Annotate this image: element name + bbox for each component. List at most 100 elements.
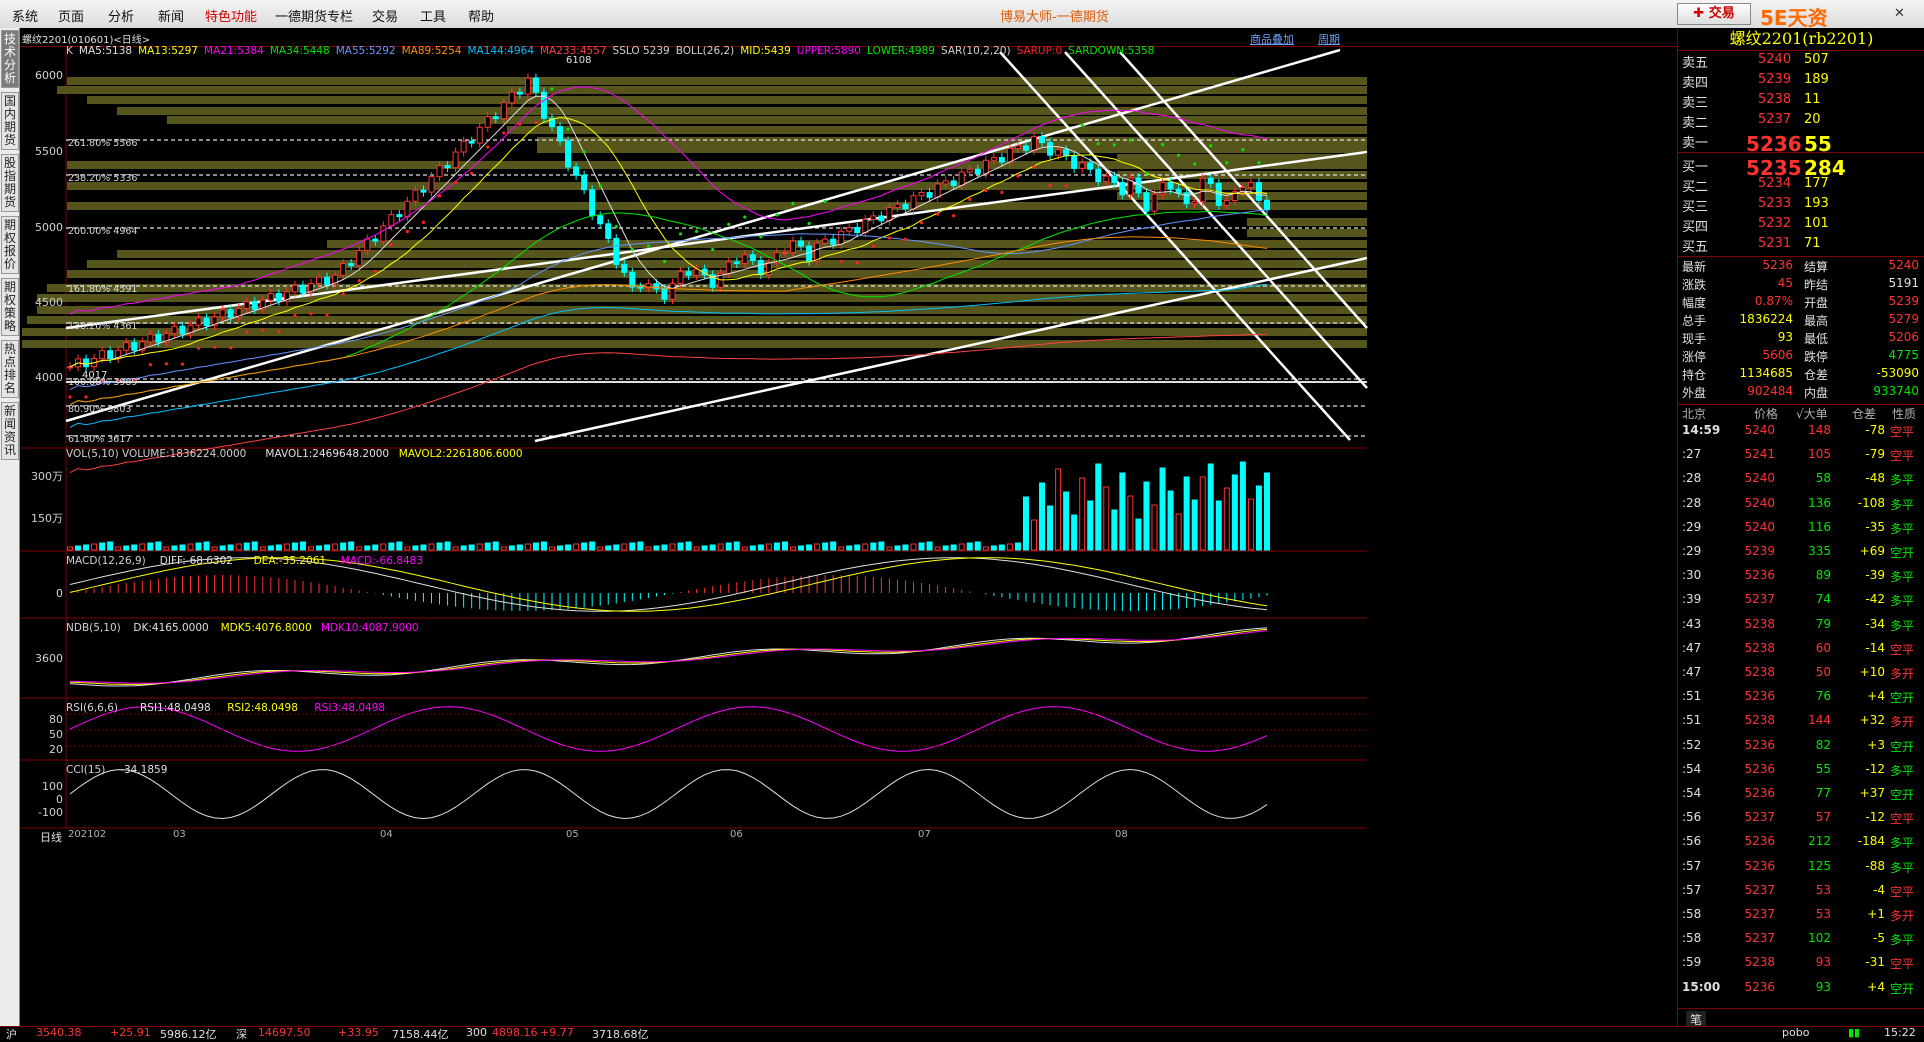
sar-dot [1000,190,1004,194]
candle-body [998,157,1005,163]
candle-body [1103,175,1110,183]
tick-oi: -48 [1865,471,1885,486]
tick-time: :57 [1682,858,1702,873]
quote-title: 螺纹2201(rb2201) [1729,29,1874,48]
candle-body [299,284,306,294]
indicator-15: SARUP:0 [1016,45,1063,57]
volume-profile-bar [167,116,1367,124]
tick-nature: 多开 [1890,909,1915,923]
candle-body [388,214,395,227]
volume-bar [1103,486,1110,551]
volume-bar [605,545,612,551]
left-tab-7[interactable]: 新闻资讯 [1,402,19,460]
date-axis-label: 07 [918,829,931,840]
sar-dot [727,222,731,226]
candle-body [1055,149,1062,156]
bid-label: 买一 [1682,160,1709,175]
fib-level-label: 238.20% 5336 [68,173,138,184]
indicator-axis-label: 150万 [31,512,63,525]
quote-panel: 螺纹2201(rb2201) 卖五 5240 507 卖四 5239 189 卖三 5238 1… [1677,28,1924,1028]
symbol-label: 螺纹2201(010601)<日线> [22,35,151,46]
volume-bar [259,546,266,551]
stat-value: 5239 [1888,294,1919,308]
sar-dot [1064,184,1068,188]
candle-body [677,271,684,284]
tick-header-big[interactable]: √大单 [1796,405,1828,422]
tick-volume: 148 [1808,423,1831,437]
left-tab-3[interactable]: 股指期货 [1,154,19,212]
ask-row[interactable]: 卖二 5237 20 [1678,112,1924,131]
stat-label: 总手 [1682,314,1707,328]
overlay-link[interactable]: 商品叠加 [1250,31,1294,47]
candle-body [846,227,853,232]
ask-row[interactable]: 卖五 5240 507 [1678,52,1924,71]
volume-bar [324,544,331,551]
stat-label: 内盘 [1804,386,1829,400]
window-close-icon[interactable]: ✕ [1894,6,1905,21]
candle-body [557,126,564,142]
date-axis-label: 03 [173,829,186,840]
bid-row[interactable]: 买五 5231 71 [1678,236,1924,255]
menu-page[interactable]: 页面 [58,6,84,25]
candle-body [661,288,668,300]
volume-bar [661,544,668,551]
fib-level-label: 138.20% 4361 [68,321,138,332]
period-link[interactable]: 周期 [1318,31,1340,47]
tick-time: :47 [1682,640,1702,655]
candle-body [1175,188,1182,194]
volume-bar [155,541,162,551]
tick-row: :51 5238 144 +32 多开 [1678,713,1924,731]
menu-featured[interactable]: 特色功能 [205,6,257,25]
left-tab-bar: 技术分析 国内期货 股指期货 期权报价 期权策略 热点排名 新闻资讯 [0,28,20,1026]
tick-nature: 空开 [1890,739,1915,754]
tick-volume: 144 [1808,713,1831,728]
menu-help[interactable]: 帮助 [468,6,494,25]
tick-price: 5240 [1744,423,1775,437]
tick-volume: 125 [1808,858,1831,873]
tick-volume: 50 [1815,665,1831,679]
volume-bar [1127,495,1134,551]
bid-row[interactable]: 买二 5234 177 [1678,176,1924,195]
menu-trade[interactable]: 交易 [372,6,398,25]
app-title: 博易大师-一德期货 [1000,10,1109,25]
candle-body [532,77,539,93]
indicator-4: MA34:5448 [269,45,330,57]
sar-dot [1112,143,1116,147]
volume-bar [420,544,427,551]
ask-row[interactable]: 卖四 5239 189 [1678,72,1924,91]
volume-bar [998,544,1005,551]
bid-row[interactable]: 买四 5232 101 [1678,216,1924,235]
price-axis-label: 6000 [35,69,63,82]
quote-title-bar: 螺纹2201(rb2201) [1678,28,1924,51]
sar-dot [646,244,651,248]
candle-body [950,180,957,187]
chart-area[interactable]: 螺纹2201(010601)<日线> 商品叠加 周期 K MA5:5138 MA13… [20,28,1677,1026]
menu-tools[interactable]: 工具 [420,6,446,25]
volume-bar [862,543,869,551]
volume-bar [549,546,555,551]
left-tab-6[interactable]: 热点排名 [1,340,19,398]
bid-row[interactable]: 买一 5235 284 [1678,156,1924,180]
left-tab-2[interactable]: 国内期货 [1,92,19,150]
volume-bar [653,545,660,551]
menu-yide-column[interactable]: 一德期货专栏 [275,6,353,25]
menu-system[interactable]: 系统 [12,6,38,25]
bid-row[interactable]: 买三 5233 193 [1678,196,1924,215]
sar-dot [1209,144,1213,148]
ask-row[interactable]: 卖一 5236 55 [1678,132,1924,156]
kline-chart[interactable] [20,28,1677,1026]
candle-body [741,254,748,264]
menu-news[interactable]: 新闻 [158,6,184,25]
ask-volume: 189 [1804,72,1829,87]
volume-bar [1175,513,1182,551]
volume-bar [958,543,965,551]
trade-button[interactable]: ✚ 交易 [1677,3,1751,25]
tick-time: :54 [1682,786,1702,800]
tick-price: 5238 [1744,713,1775,728]
sar-dot [582,150,586,154]
candle-body [862,218,869,234]
menu-analysis[interactable]: 分析 [108,6,134,25]
ask-row[interactable]: 卖三 5238 11 [1678,92,1924,111]
volume-bar [1006,543,1013,551]
tick-nature: 多平 [1890,763,1915,778]
